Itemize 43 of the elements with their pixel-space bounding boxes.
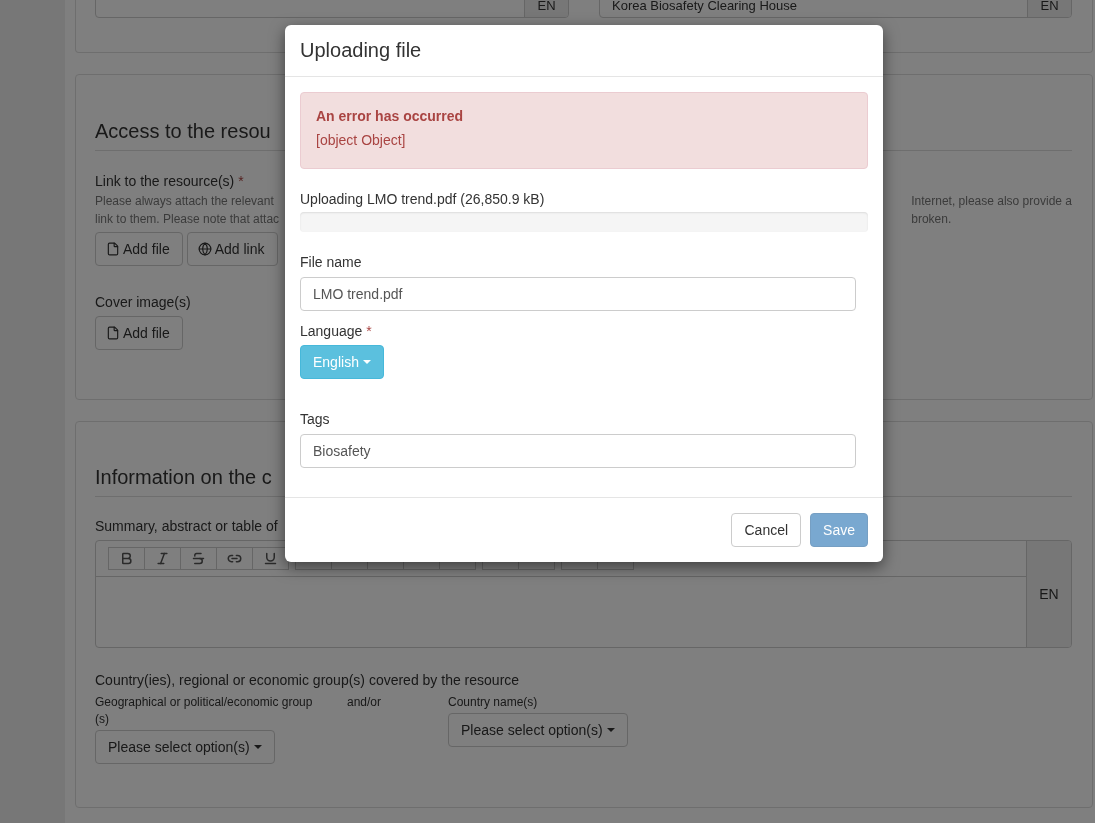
bold-icon	[119, 551, 134, 566]
underline-tool-button[interactable]	[252, 547, 289, 570]
field-label: Cover image(s)	[95, 294, 191, 310]
add-button[interactable]: Add file	[95, 316, 183, 350]
strike-tool-button[interactable]	[180, 547, 217, 570]
caret-icon	[253, 745, 262, 749]
and-or-text: and/or	[347, 694, 383, 711]
add-button[interactable]: Add link	[186, 232, 278, 266]
field-label: Tags	[300, 411, 330, 427]
country-select[interactable]: Please select option(s)	[448, 713, 628, 747]
text-field[interactable]: Korea Biosafety Clearing House EN	[599, 0, 1072, 18]
field-label: File name	[300, 254, 362, 270]
tags-field[interactable]: Biosafety	[300, 434, 856, 468]
language-addon: EN	[524, 0, 568, 17]
globe-icon	[197, 242, 212, 256]
link-tool-button[interactable]	[216, 547, 253, 570]
help-text: Internet, please also provide a broken.	[911, 193, 1072, 228]
field-label: Geographical or political/economic group (s)	[95, 694, 314, 728]
group-select[interactable]: Please select option(s)	[95, 730, 275, 764]
add-button[interactable]: Add file	[95, 232, 183, 266]
text-field[interactable]: EN	[95, 0, 569, 18]
field-label: Summary, abstract or table of	[95, 518, 278, 534]
file-icon	[106, 326, 120, 340]
italic-icon	[155, 551, 170, 566]
dialog-title: Uploading file	[300, 39, 423, 62]
file-name-field[interactable]: LMO trend.pdf	[300, 277, 856, 311]
language-addon: EN	[1026, 541, 1071, 647]
underline-icon	[263, 551, 278, 566]
error-message: [object Object]	[316, 132, 407, 148]
field-label: Country name(s)	[448, 694, 539, 711]
strike-icon	[191, 551, 206, 566]
field-label: Link to the resource(s) *	[95, 173, 244, 189]
caret-icon	[606, 728, 615, 732]
field-label: Country(ies), regional or economic group(s) covered by the resource	[95, 672, 520, 688]
upload-status: Uploading LMO trend.pdf (26,850.9 kB)	[300, 191, 545, 207]
help-text: Please always attach the relevant link to them. Please note that attac	[95, 193, 280, 228]
language-addon: EN	[1027, 0, 1071, 17]
caret-icon	[362, 360, 371, 364]
italic-tool-button[interactable]	[144, 547, 181, 570]
field-label: Language *	[300, 323, 372, 339]
bold-tool-button[interactable]	[108, 547, 145, 570]
file-icon	[106, 242, 120, 256]
cancel-button[interactable]: Cancel	[731, 513, 802, 547]
